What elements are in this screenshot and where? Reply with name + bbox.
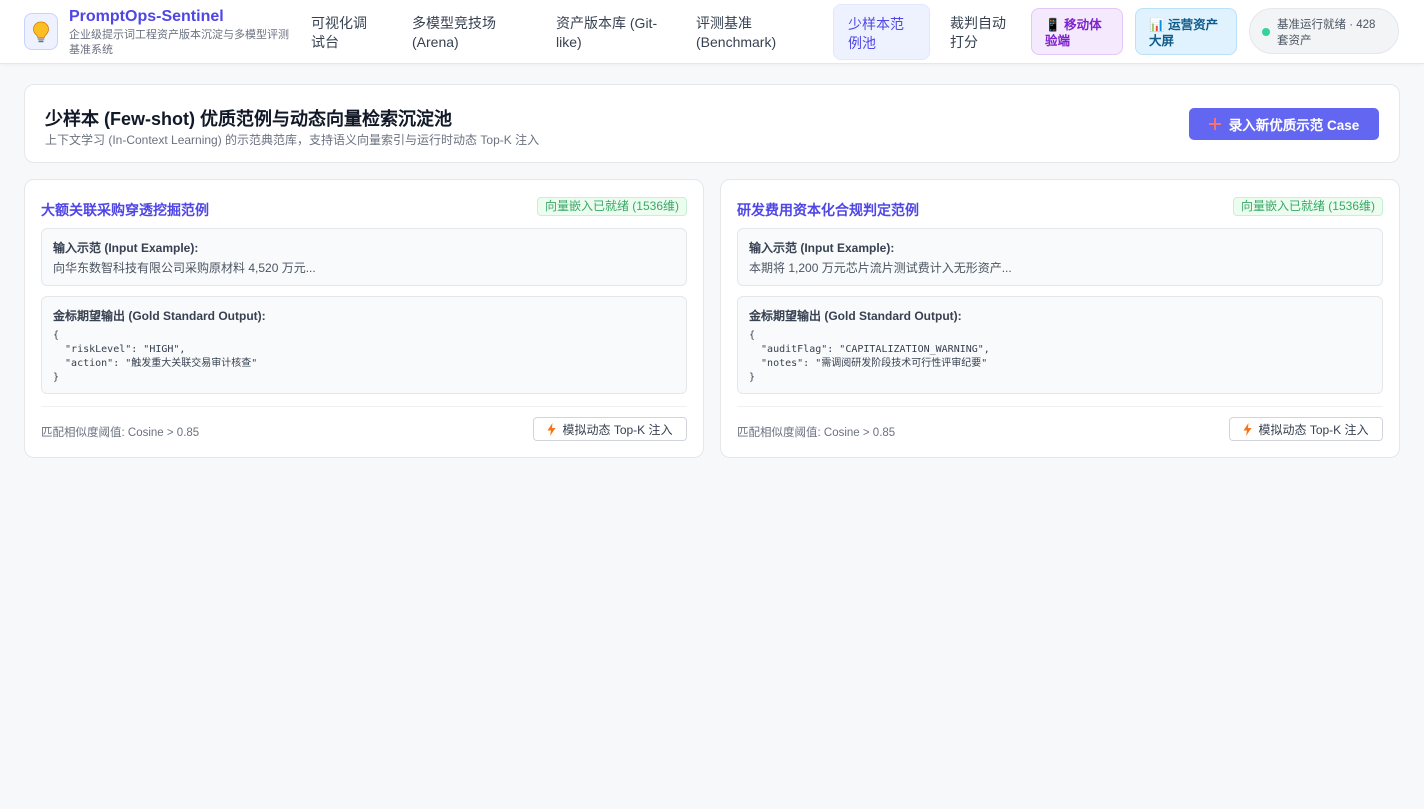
divider [41, 406, 687, 407]
phone-icon: 📱 [1045, 18, 1061, 32]
nav-benchmark[interactable]: 评测基准 (Benchmark) [682, 4, 812, 60]
brand-title: PromptOps-Sentinel [69, 8, 224, 25]
lightning-icon [1243, 422, 1252, 436]
input-example-box: 输入示范 (Input Example): 向华东数智科技有限公司采购原材料 4… [41, 228, 687, 286]
simulate-topk-button[interactable]: 模拟动态 Top-K 注入 [533, 417, 687, 441]
divider [737, 406, 1383, 407]
add-case-label: 录入新优质示范 Case [1228, 118, 1360, 133]
similarity-threshold: 匹配相似度阈值: Cosine > 0.85 [41, 427, 200, 439]
brand-subtitle: 企业级提示词工程资产版本沉淀与多模型评测基准系统 [69, 29, 289, 56]
gold-output-label: 金标期望输出 (Gold Standard Output): [749, 309, 962, 323]
logo[interactable] [24, 13, 58, 50]
simulate-topk-label: 模拟动态 Top-K 注入 [1258, 422, 1369, 437]
input-example-text: 向华东数智科技有限公司采购原材料 4,520 万元... [53, 261, 316, 275]
simulate-topk-label: 模拟动态 Top-K 注入 [562, 422, 673, 437]
embedding-status-badge: 向量嵌入已就绪 (1536维) [1232, 197, 1383, 216]
bar-chart-icon: 📊 [1149, 18, 1165, 32]
status-badge: 基准运行就绪 · 428 套资产 [1249, 8, 1399, 54]
input-example-text: 本期将 1,200 万元芯片流片测试费计入无形资产... [749, 261, 1012, 275]
status-dot-icon [1262, 28, 1270, 36]
gold-output-code: { "riskLevel": "HIGH", "action": "触发重大关联… [53, 330, 258, 383]
embedding-status-badge: 向量嵌入已就绪 (1536维) [536, 197, 687, 216]
page-header-card: 少样本 (Few-shot) 优质范例与动态向量检索沉淀池 上下文学习 (In-… [24, 84, 1400, 163]
lightning-icon [547, 422, 556, 436]
gold-output-label: 金标期望输出 (Gold Standard Output): [53, 309, 266, 323]
nav-debug-console[interactable]: 可视化调试台 [297, 4, 387, 60]
gold-output-box: 金标期望输出 (Gold Standard Output): { "riskLe… [41, 296, 687, 394]
nav-judge-scoring[interactable]: 裁判自动打分 [936, 4, 1022, 60]
status-text: 基准运行就绪 · 428 套资产 [1277, 19, 1376, 47]
case-card: 大额关联采购穿透挖掘范例 向量嵌入已就绪 (1536维) 输入示范 (Input… [24, 179, 704, 458]
similarity-threshold: 匹配相似度阈值: Cosine > 0.85 [737, 427, 896, 439]
nav-arena[interactable]: 多模型竞技场 (Arena) [398, 4, 524, 60]
case-card: 研发费用资本化合规判定范例 向量嵌入已就绪 (1536维) 输入示范 (Inpu… [720, 179, 1400, 458]
nav-few-shot-pool[interactable]: 少样本范例池 [833, 4, 930, 60]
input-example-label: 输入示范 (Input Example): [749, 241, 895, 255]
ops-dashboard-button[interactable]: 📊 运营资产大屏 [1135, 8, 1237, 55]
lightbulb-icon [33, 21, 49, 42]
input-example-label: 输入示范 (Input Example): [53, 241, 199, 255]
page-subtitle: 上下文学习 (In-Context Learning) 的示范典范库，支持语义向… [45, 133, 540, 147]
page-title: 少样本 (Few-shot) 优质范例与动态向量检索沉淀池 [45, 109, 452, 129]
case-title: 大额关联采购穿透挖掘范例 [41, 202, 209, 218]
simulate-topk-button[interactable]: 模拟动态 Top-K 注入 [1229, 417, 1383, 441]
top-bar: PromptOps-Sentinel 企业级提示词工程资产版本沉淀与多模型评测基… [0, 0, 1424, 64]
case-title: 研发费用资本化合规判定范例 [737, 202, 919, 218]
plus-icon [1208, 118, 1221, 130]
mobile-experience-button[interactable]: 📱 移动体验端 [1031, 8, 1123, 55]
gold-output-box: 金标期望输出 (Gold Standard Output): { "auditF… [737, 296, 1383, 394]
input-example-box: 输入示范 (Input Example): 本期将 1,200 万元芯片流片测试… [737, 228, 1383, 286]
gold-output-code: { "auditFlag": "CAPITALIZATION_WARNING",… [749, 330, 990, 383]
add-case-button[interactable]: 录入新优质示范 Case [1189, 108, 1379, 140]
nav-asset-repo[interactable]: 资产版本库 (Git-like) [542, 4, 672, 60]
